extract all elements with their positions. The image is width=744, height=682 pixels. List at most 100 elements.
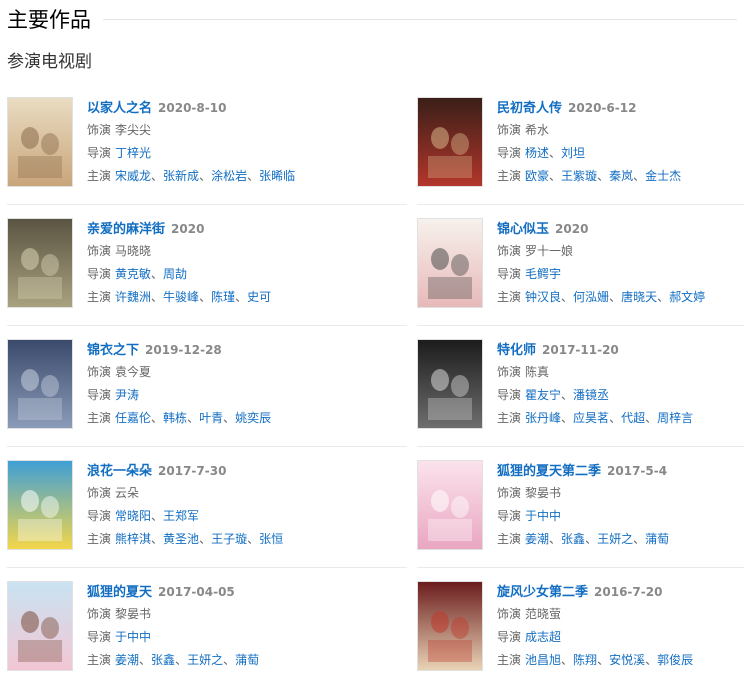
cast-member-link[interactable]: 史可 (247, 290, 271, 304)
cast-member-link[interactable]: 欧豪 (525, 169, 549, 183)
poster-image[interactable] (7, 218, 73, 308)
poster-image[interactable] (417, 339, 483, 429)
name-separator: 、 (247, 532, 260, 546)
cast-member-link[interactable]: 任嘉伦 (115, 411, 151, 425)
cast-member-link[interactable]: 蒲萄 (645, 532, 669, 546)
cast-member-link[interactable]: 应昊茗 (573, 411, 609, 425)
cast-member-link[interactable]: 郝文婷 (669, 290, 705, 304)
work-title-link[interactable]: 以家人之名 (87, 101, 152, 116)
cast-member-link[interactable]: 叶青 (199, 411, 223, 425)
director-link[interactable]: 王郑军 (163, 509, 199, 523)
work-date: 2020 (555, 222, 589, 236)
section-header: 主要作品 (7, 4, 737, 36)
cast-member-link[interactable]: 陈翔 (573, 653, 597, 667)
cast-member-link[interactable]: 张鑫 (151, 653, 175, 667)
cast-member-link[interactable]: 韩栋 (163, 411, 187, 425)
director-row: 导演 毛鳄宇 (497, 264, 744, 284)
work-title-link[interactable]: 浪花一朵朵 (87, 464, 152, 479)
work-title-link[interactable]: 亲爱的麻洋街 (87, 222, 165, 237)
cast-member-link[interactable]: 金士杰 (645, 169, 681, 183)
work-title-link[interactable]: 狐狸的夏天 (87, 585, 152, 600)
cast-member-link[interactable]: 许魏洲 (115, 290, 151, 304)
cast-member-link[interactable]: 张丹峰 (525, 411, 561, 425)
cast-member-link[interactable]: 安悦溪 (609, 653, 645, 667)
director-link[interactable]: 毛鳄宇 (525, 267, 561, 281)
cast-member-link[interactable]: 池昌旭 (525, 653, 561, 667)
name-separator: 、 (151, 290, 164, 304)
poster-image[interactable] (7, 581, 73, 671)
cast-member-link[interactable]: 张鑫 (561, 532, 585, 546)
cast-member-link[interactable]: 王紫璇 (561, 169, 597, 183)
cast-member-link[interactable]: 蒲萄 (235, 653, 259, 667)
director-row: 导演 杨述、刘坦 (497, 143, 744, 163)
cast-member-link[interactable]: 牛骏峰 (163, 290, 199, 304)
cast-label: 主演 (87, 411, 112, 425)
name-separator: 、 (549, 146, 562, 160)
poster-image[interactable] (417, 218, 483, 308)
director-link[interactable]: 刘坦 (561, 146, 585, 160)
director-label: 导演 (497, 509, 522, 523)
cast-member-link[interactable]: 秦岚 (609, 169, 633, 183)
cast-member-link[interactable]: 唐晓天 (621, 290, 657, 304)
cast-member-link[interactable]: 姜潮 (525, 532, 549, 546)
work-title-link[interactable]: 锦心似玉 (497, 222, 549, 237)
director-link[interactable]: 常晓阳 (115, 509, 151, 523)
cast-member-link[interactable]: 陈瑾 (211, 290, 235, 304)
cast-member-link[interactable]: 涂松岩 (211, 169, 247, 183)
cast-member-link[interactable]: 周梓言 (657, 411, 693, 425)
cast-member-link[interactable]: 何泓姗 (573, 290, 609, 304)
work-title-link[interactable]: 狐狸的夏天第二季 (497, 464, 601, 479)
work-title-link[interactable]: 锦衣之下 (87, 343, 139, 358)
cast-member-link[interactable]: 王妍之 (597, 532, 633, 546)
cast-member-link[interactable]: 王妍之 (187, 653, 223, 667)
poster-image[interactable] (7, 339, 73, 429)
poster-image[interactable] (417, 581, 483, 671)
cast-member-link[interactable]: 姚奕辰 (235, 411, 271, 425)
cast-member-link[interactable]: 张晞临 (259, 169, 295, 183)
cast-member-link[interactable]: 郭俊辰 (657, 653, 693, 667)
cast-label: 主演 (497, 169, 522, 183)
work-title-link[interactable]: 特化师 (497, 343, 536, 358)
cast-member-link[interactable]: 熊梓淇 (115, 532, 151, 546)
director-link[interactable]: 黄克敏 (115, 267, 151, 281)
cast-member-link[interactable]: 黄圣池 (163, 532, 199, 546)
poster-image[interactable] (7, 97, 73, 187)
work-title-line: 狐狸的夏天 2017-04-05 (87, 581, 347, 601)
name-separator: 、 (151, 267, 164, 281)
poster-image[interactable] (417, 460, 483, 550)
director-label: 导演 (497, 388, 522, 402)
director-link[interactable]: 于中中 (115, 630, 151, 644)
cast-label: 主演 (497, 290, 522, 304)
director-row: 导演 于中中 (87, 627, 347, 647)
cast-member-link[interactable]: 钟汉良 (525, 290, 561, 304)
section-title: 主要作品 (7, 8, 91, 32)
director-link[interactable]: 瞿友宁 (525, 388, 561, 402)
name-separator: 、 (645, 411, 658, 425)
cast-member-link[interactable]: 王子璇 (211, 532, 247, 546)
poster-image[interactable] (417, 97, 483, 187)
name-separator: 、 (223, 411, 236, 425)
cast-member-link[interactable]: 宋威龙 (115, 169, 151, 183)
cast-member-link[interactable]: 张新成 (163, 169, 199, 183)
work-item: 狐狸的夏天 2017-04-05 饰演 黎晏书 导演 于中中 主演 姜潮、张鑫、王妍之、蒲萄 (7, 581, 347, 676)
name-separator: 、 (561, 411, 574, 425)
poster-image[interactable] (7, 460, 73, 550)
work-title-link[interactable]: 旋风少女第二季 (497, 585, 588, 600)
director-link[interactable]: 杨述 (525, 146, 549, 160)
cast-member-link[interactable]: 姜潮 (115, 653, 139, 667)
role-label: 饰演 (497, 486, 522, 500)
name-separator: 、 (235, 290, 248, 304)
cast-member-link[interactable]: 代超 (621, 411, 645, 425)
director-link[interactable]: 于中中 (525, 509, 561, 523)
row-divider (7, 204, 407, 205)
director-row: 导演 尹涛 (87, 385, 347, 405)
director-link[interactable]: 尹涛 (115, 388, 139, 402)
cast-row: 主演 欧豪、王紫璇、秦岚、金士杰 (497, 166, 744, 186)
director-link[interactable]: 成志超 (525, 630, 561, 644)
cast-member-link[interactable]: 张恒 (259, 532, 283, 546)
work-date: 2017-04-05 (158, 585, 235, 599)
director-link[interactable]: 潘镜丞 (573, 388, 609, 402)
director-link[interactable]: 周劼 (163, 267, 187, 281)
work-title-link[interactable]: 民初奇人传 (497, 101, 562, 116)
director-link[interactable]: 丁梓光 (115, 146, 151, 160)
